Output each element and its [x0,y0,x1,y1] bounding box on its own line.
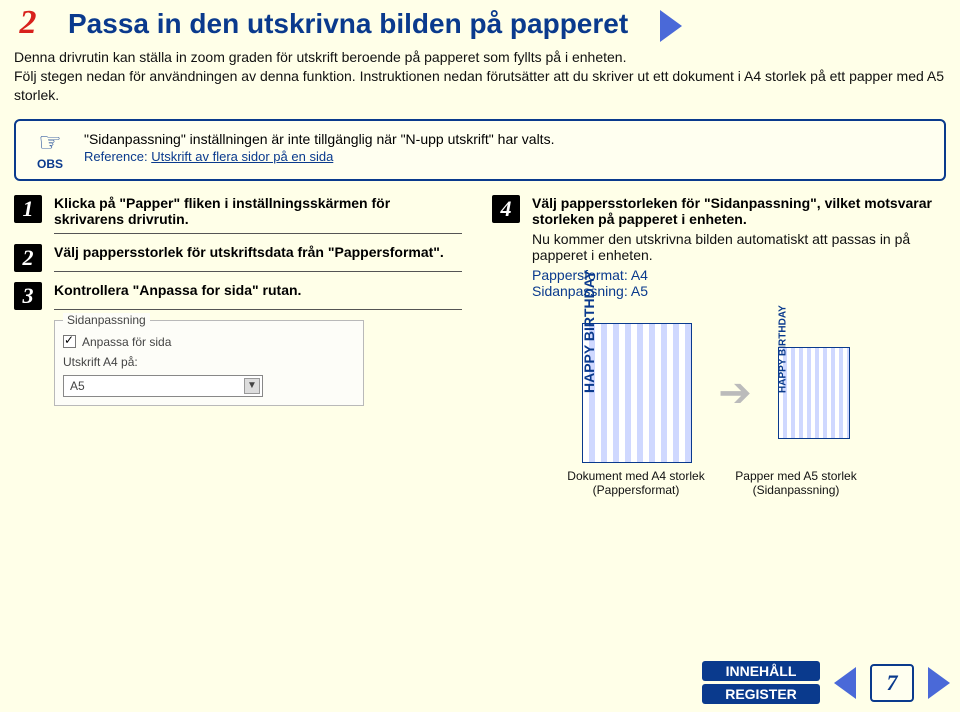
chevron-down-icon: ▼ [244,378,260,394]
right-column: 4 Välj pappersstorleken för "Sidanpassni… [492,195,940,497]
next-page-button[interactable] [928,667,950,699]
paper-size-select[interactable]: A5 ▼ [63,375,263,397]
a5-paper-illustration: HAPPY BIRTHDAY [778,347,850,439]
step-number: 2 [14,244,42,272]
page-title: Passa in den utskrivna bilden på pappere… [58,4,668,44]
step-4-sub: Nu kommer den utskrivna bilden automatis… [532,231,940,263]
caption-a4: Dokument med A4 storlek (Pappersformat) [566,469,706,497]
step-2: 2 Välj pappersstorlek för utskriftsdata … [14,244,462,272]
note-body: "Sidanpassning" inställningen är inte ti… [84,129,934,164]
caption-a5: Papper med A5 storlek (Sidanpassning) [726,469,866,497]
page-number: 7 [870,664,914,702]
step-4-main: Välj pappersstorleken för "Sidanpassning… [532,195,932,227]
intro-p2: Följ stegen nedan för användningen av de… [14,67,946,105]
print-on-label: Utskrift A4 på: [63,355,138,369]
prev-page-button[interactable] [834,667,856,699]
page-header: 2 Passa in den utskrivna bilden på pappe… [0,0,960,44]
reference-label: Reference: [84,149,148,164]
step-number: 3 [14,282,42,310]
note-label: OBS [26,157,74,171]
fit-to-page-label: Anpassa för sida [82,335,171,349]
step-text: Kontrollera "Anpassa for sida" rutan. [54,282,462,310]
step-number: 1 [14,195,42,223]
paper-a5-text: HAPPY BIRTHDAY [777,305,788,393]
intro-p1: Denna drivrutin kan ställa in zoom grade… [14,48,946,67]
fit-to-page-diagram: HAPPY BIRTHDAY ➔ HAPPY BIRTHDAY [492,323,940,463]
step-number: 4 [492,195,520,223]
contents-button[interactable]: INNEHÅLL [702,661,820,681]
step-text: Klicka på "Papper" fliken i inställnings… [54,195,462,234]
note-text: "Sidanpassning" inställningen är inte ti… [84,131,934,147]
left-column: 1 Klicka på "Papper" fliken i inställnin… [14,195,462,497]
panel-legend: Sidanpassning [63,313,150,327]
note-icon-wrap: ☞ OBS [26,129,74,171]
pointing-hand-icon: ☞ [26,129,74,155]
fit-to-page-checkbox[interactable] [63,335,76,348]
step-4: 4 Välj pappersstorleken för "Sidanpassni… [492,195,940,305]
footer-nav: INNEHÅLL REGISTER 7 [702,661,950,704]
a4-paper-illustration: HAPPY BIRTHDAY [582,323,692,463]
select-value: A5 [70,379,85,393]
step-1: 1 Klicka på "Papper" fliken i inställnin… [14,195,462,234]
section-number: 2 [8,4,48,44]
step-text: Välj pappersstorlek för utskriftsdata fr… [54,244,462,272]
register-button[interactable]: REGISTER [702,684,820,704]
arrow-right-icon: ➔ [718,373,752,413]
note-box: ☞ OBS "Sidanpassning" inställningen är i… [14,119,946,181]
step-3: 3 Kontrollera "Anpassa for sida" rutan. [14,282,462,310]
reference-link[interactable]: Utskrift av flera sidor på en sida [151,149,333,164]
diagram-captions: Dokument med A4 storlek (Pappersformat) … [492,469,940,497]
sidanpassning-panel: Sidanpassning Anpassa för sida Utskrift … [54,320,364,406]
paper-a4-text: HAPPY BIRTHDAY [581,270,597,393]
intro-text: Denna drivrutin kan ställa in zoom grade… [0,44,960,113]
content-columns: 1 Klicka på "Papper" fliken i inställnin… [0,195,960,497]
